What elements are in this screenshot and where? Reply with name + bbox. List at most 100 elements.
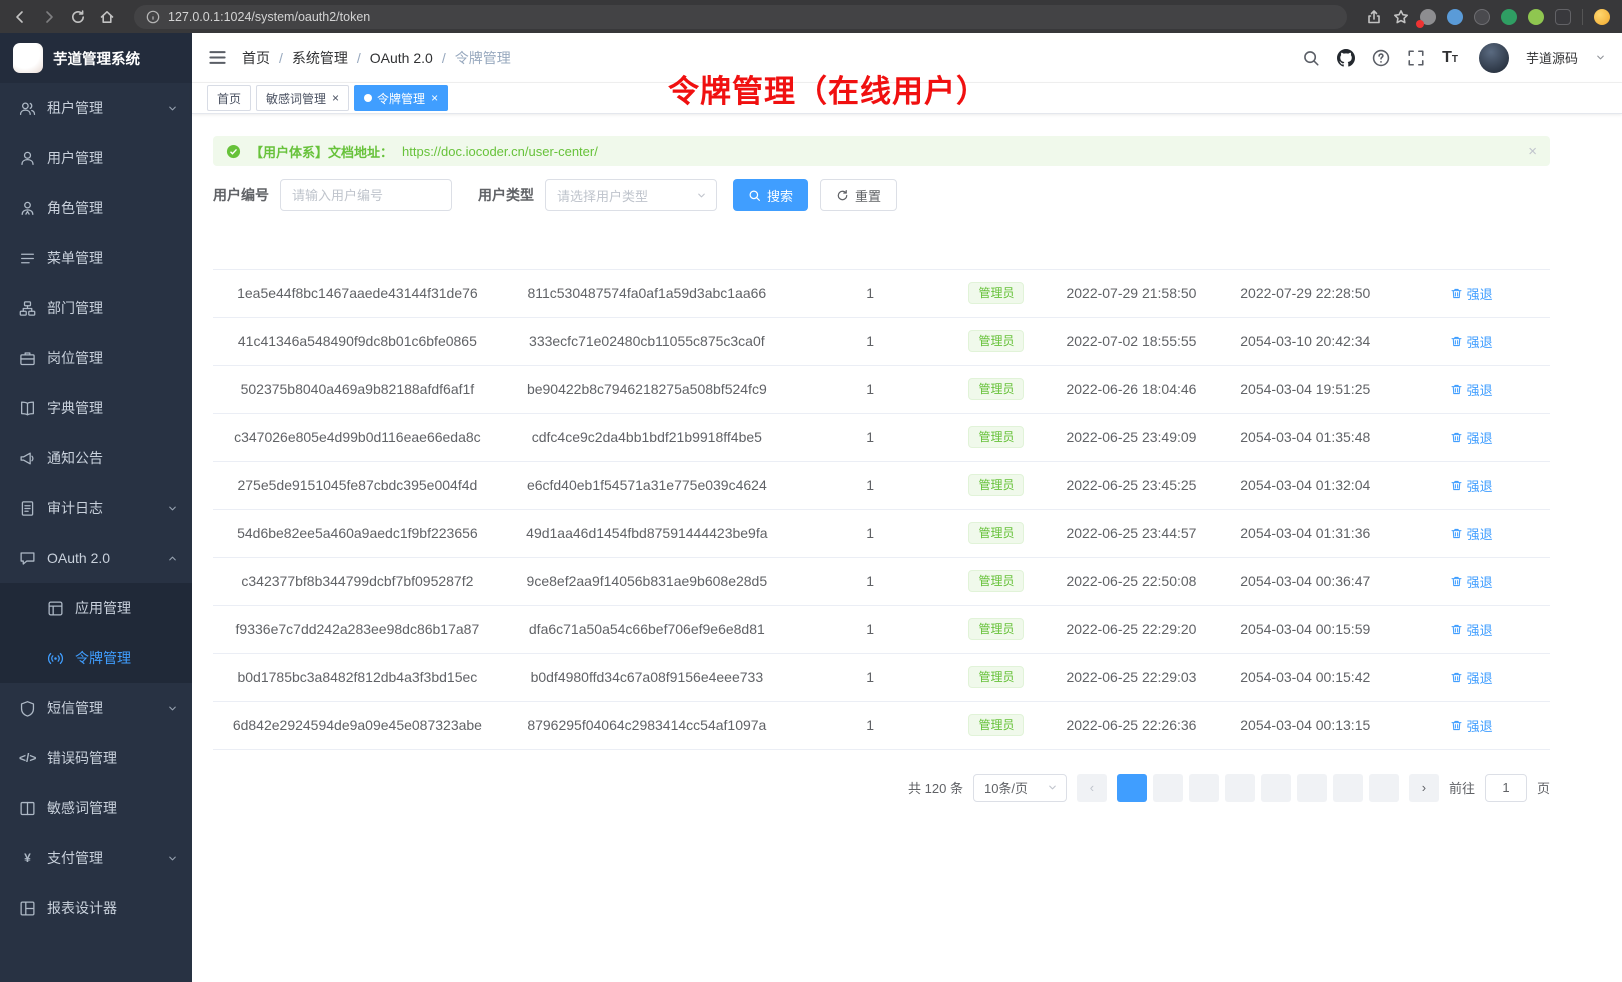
trash-icon [1450, 383, 1463, 396]
info-icon[interactable] [146, 10, 160, 24]
search-button[interactable]: 搜索 [733, 179, 808, 211]
reset-button[interactable]: 重置 [820, 179, 897, 211]
column-header [213, 229, 502, 269]
audit-doc-icon [19, 500, 36, 517]
sidebar-item-post[interactable]: 岗位管理 [0, 333, 192, 383]
sidebar-item-token-mgmt[interactable]: 令牌管理 [0, 633, 192, 683]
sidebar-item-audit[interactable]: 审计日志 [0, 483, 192, 533]
doc-link[interactable]: https://doc.iocoder.cn/user-center/ [402, 144, 598, 159]
chevron-down-icon [167, 703, 178, 714]
back-icon[interactable] [12, 9, 28, 25]
sidebar-item-errcode[interactable]: </> 错误码管理 [0, 733, 192, 783]
goto-page-input[interactable] [1485, 774, 1527, 802]
sidebar-item-tenant[interactable]: 租户管理 [0, 83, 192, 133]
force-logout-button[interactable]: 强退 [1450, 524, 1493, 543]
access-token-cell: 502375b8040a469a9b82188afdf6af1f [213, 365, 502, 413]
page-button[interactable] [1117, 774, 1147, 802]
tab-close-icon[interactable]: × [332, 92, 339, 104]
force-logout-button[interactable]: 强退 [1450, 716, 1493, 735]
breadcrumb-oauth[interactable]: OAuth 2.0 [370, 50, 433, 66]
view-tab[interactable]: 敏感词管理 × [256, 85, 349, 111]
page-button[interactable] [1261, 774, 1291, 802]
forward-icon[interactable] [41, 9, 57, 25]
bookmark-star-icon[interactable] [1393, 9, 1409, 25]
help-icon[interactable] [1372, 49, 1390, 67]
sidebar-item-menu[interactable]: 菜单管理 [0, 233, 192, 283]
force-logout-button[interactable]: 强退 [1450, 620, 1493, 639]
view-tab[interactable]: 首页 × [207, 85, 251, 111]
breadcrumb-system[interactable]: 系统管理 [292, 48, 348, 68]
user-id-cell: 1 [792, 605, 948, 653]
search-icon[interactable] [1302, 49, 1320, 67]
sidebar-item-dict[interactable]: 字典管理 [0, 383, 192, 433]
user-type-badge: 管理员 [968, 618, 1024, 640]
extension-icon[interactable] [1528, 9, 1544, 25]
extension-icon[interactable] [1420, 9, 1436, 25]
force-logout-button[interactable]: 强退 [1450, 668, 1493, 687]
force-logout-button[interactable]: 强退 [1450, 380, 1493, 399]
github-icon[interactable] [1337, 49, 1355, 67]
force-logout-button[interactable]: 强退 [1450, 476, 1493, 495]
fullscreen-icon[interactable] [1407, 49, 1425, 67]
reload-icon[interactable] [70, 9, 86, 25]
tab-label: 令牌管理 [377, 90, 425, 107]
force-logout-button[interactable]: 强退 [1450, 428, 1493, 447]
close-icon[interactable]: × [1528, 144, 1537, 159]
prev-page-button[interactable]: ‹ [1077, 774, 1107, 802]
app-logo-row[interactable]: 芋道管理系统 [0, 33, 192, 83]
force-logout-button[interactable]: 强退 [1450, 572, 1493, 591]
trash-icon [1450, 335, 1463, 348]
page-button[interactable] [1153, 774, 1183, 802]
collapse-menu-icon[interactable] [208, 48, 227, 67]
menu-label: 通知公告 [47, 448, 103, 468]
table-row: c347026e805e4d99b0d116eae66eda8c cdfc4ce… [213, 413, 1550, 461]
sidebar-item-report[interactable]: 报表设计器 [0, 883, 192, 933]
extension-icon[interactable] [1501, 9, 1517, 25]
font-size-icon[interactable]: TT [1442, 50, 1458, 66]
extension-icon[interactable] [1555, 9, 1571, 25]
sidebar-item-oauth[interactable]: OAuth 2.0 [0, 533, 192, 583]
force-logout-label: 强退 [1467, 524, 1493, 543]
force-logout-button[interactable]: 强退 [1450, 284, 1493, 303]
extension-icon[interactable] [1447, 9, 1463, 25]
address-bar[interactable]: 127.0.0.1:1024/system/oauth2/token [134, 5, 1347, 29]
page-button[interactable] [1189, 774, 1219, 802]
expire-time-cell: 2054-03-04 01:32:04 [1218, 461, 1392, 509]
user-id-input[interactable] [280, 179, 452, 211]
chevron-down-icon[interactable] [1595, 52, 1606, 63]
sidebar-item-role[interactable]: 角色管理 [0, 183, 192, 233]
menu-label: OAuth 2.0 [47, 550, 110, 566]
sidebar-item-dept[interactable]: 部门管理 [0, 283, 192, 333]
user-type-select[interactable]: 请选择用户类型 [545, 179, 717, 211]
expire-time-cell: 2054-03-04 00:13:15 [1218, 701, 1392, 749]
force-logout-button[interactable]: 强退 [1450, 332, 1493, 351]
sidebar-item-user[interactable]: 用户管理 [0, 133, 192, 183]
view-tab[interactable]: 令牌管理 × [354, 85, 448, 111]
force-logout-label: 强退 [1467, 572, 1493, 591]
reset-button-label: 重置 [855, 186, 881, 205]
share-icon[interactable] [1366, 9, 1382, 25]
sidebar-item-notice[interactable]: 通知公告 [0, 433, 192, 483]
sidebar-item-sms[interactable]: 短信管理 [0, 683, 192, 733]
page-button[interactable] [1333, 774, 1363, 802]
profile-avatar[interactable] [1594, 9, 1610, 25]
breadcrumb-home[interactable]: 首页 [242, 48, 270, 68]
page-size-select[interactable]: 10条/页 [973, 774, 1067, 802]
page-button[interactable] [1225, 774, 1255, 802]
tab-close-icon[interactable]: × [431, 92, 438, 104]
action-cell: 强退 [1392, 317, 1550, 365]
user-name[interactable]: 芋道源码 [1526, 48, 1578, 67]
menu-label: 支付管理 [47, 848, 103, 868]
extension-icon[interactable] [1474, 9, 1490, 25]
user-avatar[interactable] [1479, 43, 1509, 73]
next-page-button[interactable]: › [1409, 774, 1439, 802]
home-icon[interactable] [99, 9, 115, 25]
page-button[interactable] [1369, 774, 1399, 802]
trash-icon [1450, 719, 1463, 732]
chevron-down-icon [167, 853, 178, 864]
sidebar-item-pay[interactable]: ¥ 支付管理 [0, 833, 192, 883]
sidebar-item-sensitive[interactable]: 敏感词管理 [0, 783, 192, 833]
page-button[interactable] [1297, 774, 1327, 802]
sidebar-item-app-mgmt[interactable]: 应用管理 [0, 583, 192, 633]
table-row: 6d842e2924594de9a09e45e087323abe 8796295… [213, 701, 1550, 749]
